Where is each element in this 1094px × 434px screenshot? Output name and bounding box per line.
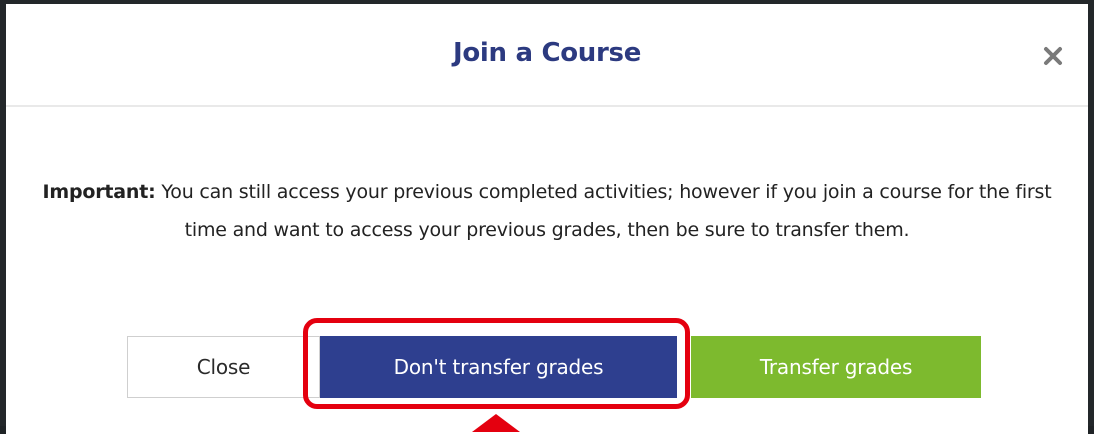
close-icon-glyph <box>1044 47 1062 65</box>
dont-transfer-grades-button[interactable]: Don't transfer grades <box>320 336 677 398</box>
close-icon[interactable] <box>1040 43 1066 69</box>
message-body: You can still access your previous compl… <box>155 181 1052 241</box>
dialog-title: Join a Course <box>452 38 642 68</box>
close-button[interactable]: Close <box>127 336 320 398</box>
pointer-arrow <box>472 414 520 432</box>
message-bold-label: Important: <box>42 181 156 203</box>
transfer-grades-button[interactable]: Transfer grades <box>691 336 981 398</box>
dialog-header: Join a Course <box>6 4 1088 107</box>
join-course-dialog: Join a Course Important: You can still a… <box>6 4 1088 434</box>
screen-backdrop: Join a Course Important: You can still a… <box>0 0 1094 434</box>
important-message: Important: You can still access your pre… <box>36 173 1058 249</box>
